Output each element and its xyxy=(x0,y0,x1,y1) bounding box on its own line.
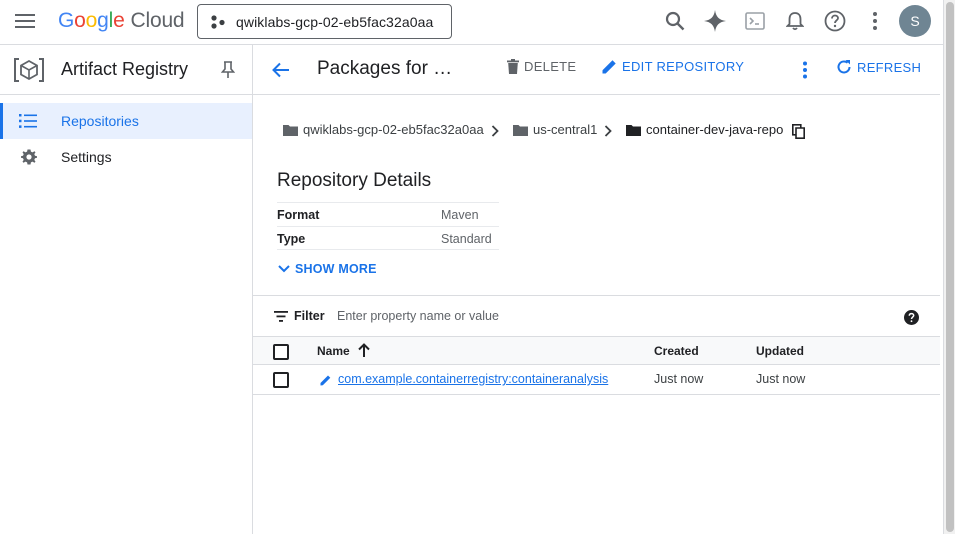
hamburger-menu-icon[interactable] xyxy=(13,9,37,33)
top-bar: Go o g l e Cloud qwiklabs-gcp-02-eb5fac32a0aa… xyxy=(0,0,943,45)
list-icon xyxy=(19,114,37,128)
sidebar-item-repositories[interactable]: Repositories xyxy=(0,103,252,139)
artifact-registry-logo-icon xyxy=(13,56,45,84)
breadcrumb-location[interactable]: us-central1 xyxy=(513,122,597,137)
detail-row-type: Type Standard xyxy=(277,226,499,250)
help-icon[interactable] xyxy=(823,9,847,33)
folder-icon xyxy=(513,124,528,136)
copy-icon[interactable] xyxy=(786,119,810,143)
table-row: com.example.containerregistry:containera… xyxy=(253,365,940,395)
sidebar-item-label: Settings xyxy=(61,149,112,165)
trash-icon xyxy=(507,59,519,74)
breadcrumb-project-label: qwiklabs-gcp-02-eb5fac32a0aa xyxy=(303,122,484,137)
filter-input[interactable] xyxy=(337,302,877,330)
breadcrumb-repository: container-dev-java-repo xyxy=(626,122,783,137)
page-header: Packages for … DELETE EDIT REPOSITORY RE… xyxy=(253,45,940,95)
delete-button-label: DELETE xyxy=(524,59,577,74)
table-header: Name Created Updated xyxy=(253,337,940,365)
more-vert-icon[interactable] xyxy=(863,9,887,33)
column-header-created[interactable]: Created xyxy=(654,344,699,358)
detail-value: Maven xyxy=(441,208,479,222)
column-header-updated[interactable]: Updated xyxy=(756,344,804,358)
updated-cell: Just now xyxy=(756,372,806,386)
repository-details-title: Repository Details xyxy=(277,170,432,191)
show-more-button[interactable]: SHOW MORE xyxy=(278,262,377,276)
sort-arrow-up-icon[interactable] xyxy=(358,343,370,357)
page-title: Packages for … xyxy=(317,58,453,79)
refresh-label: REFRESH xyxy=(857,59,922,75)
filter-label: Filter xyxy=(294,309,325,323)
folder-icon xyxy=(283,124,298,136)
gear-icon xyxy=(21,149,37,165)
chevron-right-icon xyxy=(491,125,499,137)
notifications-bell-icon[interactable] xyxy=(783,9,807,33)
pencil-icon xyxy=(602,60,616,74)
row-checkbox[interactable] xyxy=(273,372,289,388)
filter-icon xyxy=(274,311,288,322)
folder-icon xyxy=(626,124,641,136)
edit-repository-label: EDIT REPOSITORY xyxy=(622,59,745,74)
product-header: Artifact Registry xyxy=(0,45,253,95)
breadcrumb-repository-label: container-dev-java-repo xyxy=(646,122,784,137)
detail-row-format: Format Maven xyxy=(277,202,499,226)
more-actions-icon[interactable] xyxy=(793,58,817,82)
project-picker[interactable]: qwiklabs-gcp-02-eb5fac32a0aa xyxy=(197,4,452,39)
project-name: qwiklabs-gcp-02-eb5fac32a0aa xyxy=(236,13,434,30)
package-name-link[interactable]: com.example.containerregistry:containera… xyxy=(338,372,608,386)
scrollbar-thumb[interactable] xyxy=(946,2,954,532)
edit-repository-button[interactable]: EDIT REPOSITORY xyxy=(602,59,744,74)
google-cloud-logo[interactable]: Go o g l e Cloud xyxy=(58,9,185,33)
chevron-right-icon xyxy=(604,125,612,137)
account-avatar[interactable]: S xyxy=(899,5,931,37)
show-more-label: SHOW MORE xyxy=(295,262,377,276)
detail-key: Type xyxy=(277,232,306,246)
refresh-icon xyxy=(837,60,851,74)
help-circle-icon[interactable] xyxy=(899,305,923,329)
cloud-shell-icon[interactable] xyxy=(743,9,767,33)
product-title: Artifact Registry xyxy=(61,59,189,79)
breadcrumb-location-label: us-central1 xyxy=(533,122,598,137)
filter-bar: Filter xyxy=(253,295,940,337)
detail-key: Format xyxy=(277,208,320,222)
select-all-checkbox[interactable] xyxy=(273,344,289,360)
detail-value: Standard xyxy=(441,232,492,246)
column-header-name[interactable]: Name xyxy=(317,344,350,358)
sidebar-item-label: Repositories xyxy=(61,113,139,129)
package-pencil-icon xyxy=(320,374,331,386)
breadcrumb-project[interactable]: qwiklabs-gcp-02-eb5fac32a0aa xyxy=(283,122,484,137)
created-cell: Just now xyxy=(654,372,704,386)
project-hierarchy-icon xyxy=(211,14,225,29)
left-navigation: Artifact Registry Repositories Settings xyxy=(0,45,253,534)
refresh-button[interactable]: REFRESH xyxy=(836,59,921,75)
gemini-sparkle-icon[interactable] xyxy=(703,9,727,33)
pin-icon[interactable] xyxy=(216,58,240,82)
chevron-down-icon xyxy=(278,265,290,273)
delete-button[interactable]: DELETE xyxy=(507,59,576,74)
back-arrow-icon[interactable] xyxy=(269,58,293,82)
search-icon[interactable] xyxy=(663,9,687,33)
page-scrollbar[interactable] xyxy=(943,0,955,534)
sidebar-item-settings[interactable]: Settings xyxy=(0,139,252,175)
